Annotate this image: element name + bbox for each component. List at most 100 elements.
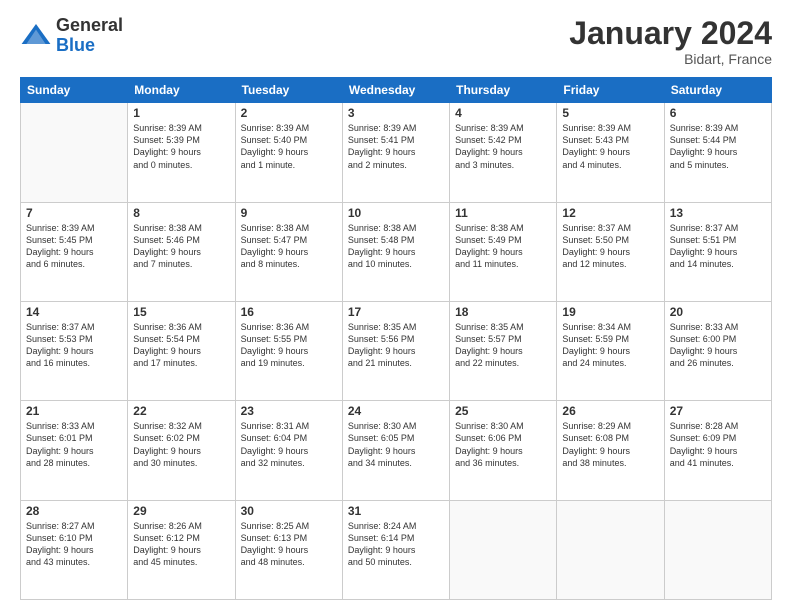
day-info: Sunrise: 8:28 AM Sunset: 6:09 PM Dayligh…	[670, 420, 766, 469]
day-number: 17	[348, 305, 444, 319]
day-info: Sunrise: 8:32 AM Sunset: 6:02 PM Dayligh…	[133, 420, 229, 469]
day-number: 3	[348, 106, 444, 120]
table-row: 7Sunrise: 8:39 AM Sunset: 5:45 PM Daylig…	[21, 202, 128, 301]
day-number: 7	[26, 206, 122, 220]
table-row: 9Sunrise: 8:38 AM Sunset: 5:47 PM Daylig…	[235, 202, 342, 301]
table-row: 28Sunrise: 8:27 AM Sunset: 6:10 PM Dayli…	[21, 500, 128, 599]
col-wednesday: Wednesday	[342, 78, 449, 103]
table-row	[557, 500, 664, 599]
title-block: January 2024 Bidart, France	[569, 16, 772, 67]
table-row: 1Sunrise: 8:39 AM Sunset: 5:39 PM Daylig…	[128, 103, 235, 202]
calendar-week-row: 1Sunrise: 8:39 AM Sunset: 5:39 PM Daylig…	[21, 103, 772, 202]
table-row: 23 Sunrise: 8:31 AM Sunset: 6:04 PM Dayli…	[235, 401, 342, 500]
col-thursday: Thursday	[450, 78, 557, 103]
day-info: Sunrise: 8:35 AM Sunset: 5:57 PM Dayligh…	[455, 321, 551, 370]
header: General Blue January 2024 Bidart, France	[20, 16, 772, 67]
day-number: 18	[455, 305, 551, 319]
calendar-table: Sunday Monday Tuesday Wednesday Thursday…	[20, 77, 772, 600]
day-info: Sunrise: 8:39 AM Sunset: 5:40 PM Dayligh…	[241, 122, 337, 171]
table-row: 27Sunrise: 8:28 AM Sunset: 6:09 PM Dayli…	[664, 401, 771, 500]
day-info: Sunrise: 8:37 AM Sunset: 5:53 PM Dayligh…	[26, 321, 122, 370]
table-row: 20 Sunrise: 8:33 AM Sunset: 6:00 PM Dayli…	[664, 301, 771, 400]
table-row: 18 Sunrise: 8:35 AM Sunset: 5:57 PM Dayli…	[450, 301, 557, 400]
day-number: 1	[133, 106, 229, 120]
day-number: 25	[455, 404, 551, 418]
table-row: 4Sunrise: 8:39 AM Sunset: 5:42 PM Daylig…	[450, 103, 557, 202]
day-number: 22	[133, 404, 229, 418]
col-monday: Monday	[128, 78, 235, 103]
day-number: 21	[26, 404, 122, 418]
calendar-header-row: Sunday Monday Tuesday Wednesday Thursday…	[21, 78, 772, 103]
table-row: 22 Sunrise: 8:32 AM Sunset: 6:02 PM Dayli…	[128, 401, 235, 500]
day-number: 13	[670, 206, 766, 220]
day-info: Sunrise: 8:37 AM Sunset: 5:50 PM Dayligh…	[562, 222, 658, 271]
page: General Blue January 2024 Bidart, France…	[0, 0, 792, 612]
day-number: 23	[241, 404, 337, 418]
col-tuesday: Tuesday	[235, 78, 342, 103]
calendar-week-row: 7Sunrise: 8:39 AM Sunset: 5:45 PM Daylig…	[21, 202, 772, 301]
day-info: Sunrise: 8:36 AM Sunset: 5:55 PM Dayligh…	[241, 321, 337, 370]
table-row: 14 Sunrise: 8:37 AM Sunset: 5:53 PM Dayli…	[21, 301, 128, 400]
table-row: 12 Sunrise: 8:37 AM Sunset: 5:50 PM Dayli…	[557, 202, 664, 301]
logo: General Blue	[20, 16, 123, 56]
table-row	[450, 500, 557, 599]
table-row: 16Sunrise: 8:36 AM Sunset: 5:55 PM Dayli…	[235, 301, 342, 400]
table-row: 17 Sunrise: 8:35 AM Sunset: 5:56 PM Dayli…	[342, 301, 449, 400]
day-number: 31	[348, 504, 444, 518]
day-info: Sunrise: 8:31 AM Sunset: 6:04 PM Dayligh…	[241, 420, 337, 469]
table-row: 25 Sunrise: 8:30 AM Sunset: 6:06 PM Dayli…	[450, 401, 557, 500]
table-row: 21 Sunrise: 8:33 AM Sunset: 6:01 PM Dayli…	[21, 401, 128, 500]
day-info: Sunrise: 8:39 AM Sunset: 5:44 PM Dayligh…	[670, 122, 766, 171]
table-row: 13 Sunrise: 8:37 AM Sunset: 5:51 PM Dayli…	[664, 202, 771, 301]
day-number: 2	[241, 106, 337, 120]
calendar-week-row: 28Sunrise: 8:27 AM Sunset: 6:10 PM Dayli…	[21, 500, 772, 599]
day-number: 14	[26, 305, 122, 319]
day-info: Sunrise: 8:29 AM Sunset: 6:08 PM Dayligh…	[562, 420, 658, 469]
logo-icon	[20, 20, 52, 52]
table-row: 3 Sunrise: 8:39 AM Sunset: 5:41 PM Daylig…	[342, 103, 449, 202]
day-number: 28	[26, 504, 122, 518]
table-row: 11 Sunrise: 8:38 AM Sunset: 5:49 PM Dayli…	[450, 202, 557, 301]
calendar-week-row: 21 Sunrise: 8:33 AM Sunset: 6:01 PM Dayli…	[21, 401, 772, 500]
table-row	[21, 103, 128, 202]
table-row: 8Sunrise: 8:38 AM Sunset: 5:46 PM Daylig…	[128, 202, 235, 301]
day-info: Sunrise: 8:34 AM Sunset: 5:59 PM Dayligh…	[562, 321, 658, 370]
table-row: 31Sunrise: 8:24 AM Sunset: 6:14 PM Dayli…	[342, 500, 449, 599]
day-number: 20	[670, 305, 766, 319]
logo-blue-text: Blue	[56, 36, 123, 56]
day-info: Sunrise: 8:37 AM Sunset: 5:51 PM Dayligh…	[670, 222, 766, 271]
day-number: 9	[241, 206, 337, 220]
day-info: Sunrise: 8:33 AM Sunset: 6:00 PM Dayligh…	[670, 321, 766, 370]
day-number: 5	[562, 106, 658, 120]
day-info: Sunrise: 8:30 AM Sunset: 6:06 PM Dayligh…	[455, 420, 551, 469]
day-number: 11	[455, 206, 551, 220]
day-number: 26	[562, 404, 658, 418]
table-row: 24 Sunrise: 8:30 AM Sunset: 6:05 PM Dayli…	[342, 401, 449, 500]
day-info: Sunrise: 8:39 AM Sunset: 5:43 PM Dayligh…	[562, 122, 658, 171]
month-title: January 2024	[569, 16, 772, 51]
day-info: Sunrise: 8:30 AM Sunset: 6:05 PM Dayligh…	[348, 420, 444, 469]
day-number: 15	[133, 305, 229, 319]
day-info: Sunrise: 8:35 AM Sunset: 5:56 PM Dayligh…	[348, 321, 444, 370]
table-row	[664, 500, 771, 599]
table-row: 19 Sunrise: 8:34 AM Sunset: 5:59 PM Dayli…	[557, 301, 664, 400]
day-number: 30	[241, 504, 337, 518]
table-row: 6 Sunrise: 8:39 AM Sunset: 5:44 PM Daylig…	[664, 103, 771, 202]
day-number: 29	[133, 504, 229, 518]
day-info: Sunrise: 8:39 AM Sunset: 5:41 PM Dayligh…	[348, 122, 444, 171]
day-number: 6	[670, 106, 766, 120]
location: Bidart, France	[569, 51, 772, 67]
day-number: 12	[562, 206, 658, 220]
day-info: Sunrise: 8:38 AM Sunset: 5:49 PM Dayligh…	[455, 222, 551, 271]
table-row: 26 Sunrise: 8:29 AM Sunset: 6:08 PM Dayli…	[557, 401, 664, 500]
day-number: 19	[562, 305, 658, 319]
day-info: Sunrise: 8:26 AM Sunset: 6:12 PM Dayligh…	[133, 520, 229, 569]
day-info: Sunrise: 8:36 AM Sunset: 5:54 PM Dayligh…	[133, 321, 229, 370]
calendar-week-row: 14 Sunrise: 8:37 AM Sunset: 5:53 PM Dayli…	[21, 301, 772, 400]
logo-general-text: General	[56, 16, 123, 36]
day-info: Sunrise: 8:33 AM Sunset: 6:01 PM Dayligh…	[26, 420, 122, 469]
table-row: 10Sunrise: 8:38 AM Sunset: 5:48 PM Dayli…	[342, 202, 449, 301]
day-number: 24	[348, 404, 444, 418]
table-row: 2 Sunrise: 8:39 AM Sunset: 5:40 PM Daylig…	[235, 103, 342, 202]
day-number: 10	[348, 206, 444, 220]
